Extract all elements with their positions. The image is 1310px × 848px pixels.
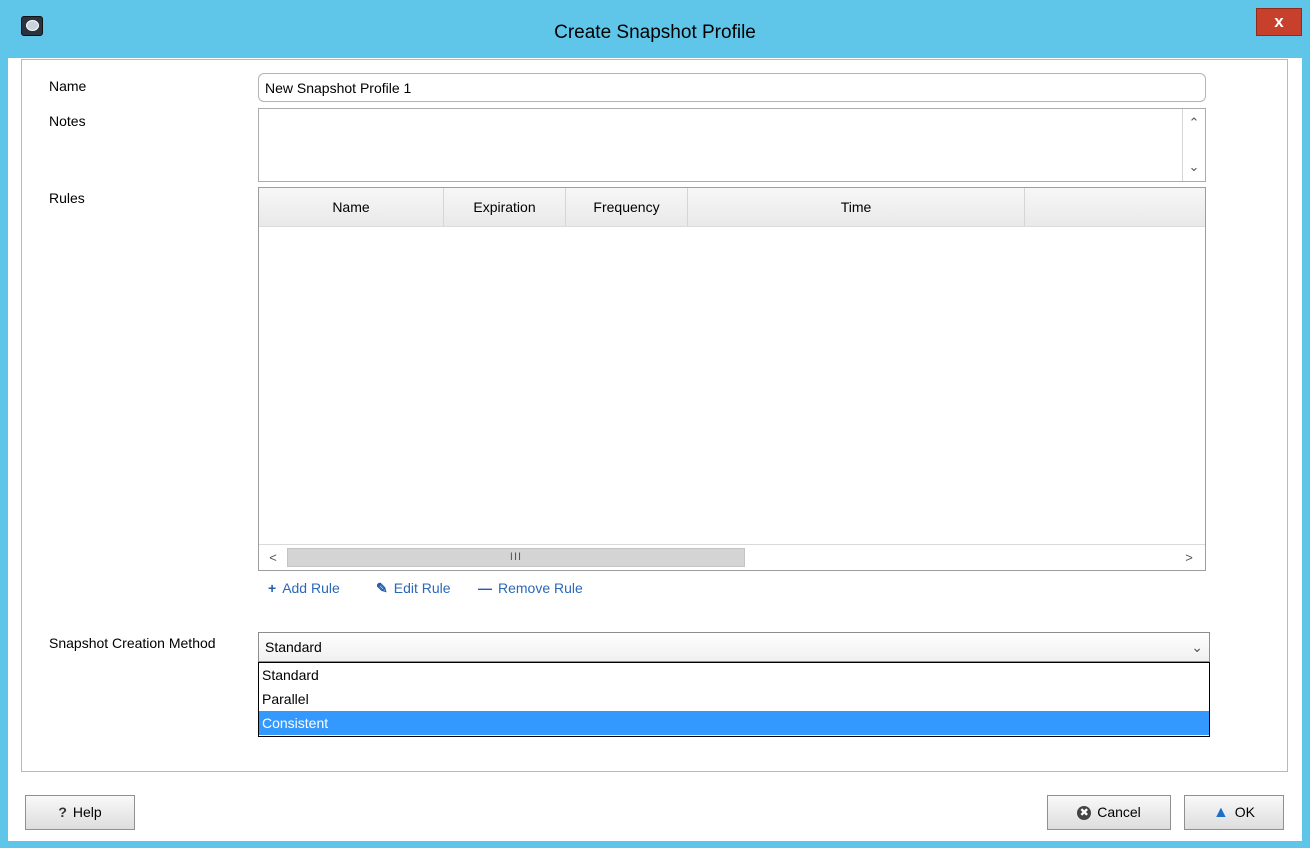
method-dropdown-list: Standard Parallel Consistent bbox=[258, 662, 1210, 737]
minus-icon: — bbox=[478, 580, 492, 596]
pencil-icon: ✎ bbox=[376, 580, 388, 596]
help-button[interactable]: ? Help bbox=[25, 795, 135, 830]
cancel-button[interactable]: ✖ Cancel bbox=[1047, 795, 1171, 830]
edit-rule-link[interactable]: ✎ Edit Rule bbox=[376, 580, 451, 597]
rules-hscrollbar[interactable]: < III > bbox=[259, 544, 1205, 570]
column-header-frequency[interactable]: Frequency bbox=[566, 188, 688, 226]
option-parallel[interactable]: Parallel bbox=[259, 687, 1209, 711]
remove-rule-label: Remove Rule bbox=[498, 580, 583, 596]
rules-table[interactable]: Name Expiration Frequency Time < III > bbox=[258, 187, 1206, 571]
column-header-time[interactable]: Time bbox=[688, 188, 1025, 226]
add-rule-label: Add Rule bbox=[282, 580, 340, 596]
ok-arrow-icon: ▲ bbox=[1212, 804, 1229, 821]
method-label: Snapshot Creation Method bbox=[49, 635, 216, 651]
title-bar: Create Snapshot Profile x bbox=[0, 0, 1310, 58]
column-header-expiration[interactable]: Expiration bbox=[444, 188, 566, 226]
help-label: Help bbox=[72, 804, 102, 820]
help-icon: ? bbox=[58, 804, 67, 820]
cancel-icon: ✖ bbox=[1077, 806, 1092, 821]
scroll-down-icon[interactable]: ⌄ bbox=[1183, 156, 1205, 178]
column-header-name[interactable]: Name bbox=[259, 188, 444, 226]
scroll-left-icon[interactable]: < bbox=[263, 548, 283, 567]
notes-scrollbar[interactable]: ⌃ ⌄ bbox=[1182, 109, 1205, 181]
ok-label: OK bbox=[1234, 804, 1256, 820]
scroll-up-icon[interactable]: ⌃ bbox=[1183, 112, 1205, 134]
ok-button[interactable]: ▲ OK bbox=[1184, 795, 1284, 830]
notes-label: Notes bbox=[49, 113, 86, 129]
option-consistent[interactable]: Consistent bbox=[259, 711, 1209, 735]
notes-textarea[interactable]: ⌃ ⌄ bbox=[258, 108, 1206, 182]
window-title: Create Snapshot Profile bbox=[554, 22, 756, 43]
plus-icon: + bbox=[268, 580, 277, 596]
selected-method: Standard bbox=[265, 639, 322, 655]
remove-rule-link[interactable]: — Remove Rule bbox=[478, 580, 583, 596]
snapshot-method-select[interactable]: Standard ⌄ bbox=[258, 632, 1210, 662]
rules-table-header: Name Expiration Frequency Time bbox=[259, 188, 1205, 227]
close-button[interactable]: x bbox=[1256, 8, 1302, 36]
scroll-right-icon[interactable]: > bbox=[1179, 548, 1199, 567]
name-label: Name bbox=[49, 78, 87, 94]
edit-rule-label: Edit Rule bbox=[393, 580, 451, 596]
add-rule-link[interactable]: + Add Rule bbox=[268, 580, 340, 596]
option-standard[interactable]: Standard bbox=[259, 663, 1209, 687]
chevron-down-icon[interactable]: ⌄ bbox=[1191, 639, 1203, 656]
cancel-label: Cancel bbox=[1097, 804, 1141, 820]
rules-label: Rules bbox=[49, 190, 85, 206]
name-input[interactable]: New Snapshot Profile 1 bbox=[258, 73, 1206, 102]
hscroll-thumb[interactable]: III bbox=[287, 548, 745, 567]
